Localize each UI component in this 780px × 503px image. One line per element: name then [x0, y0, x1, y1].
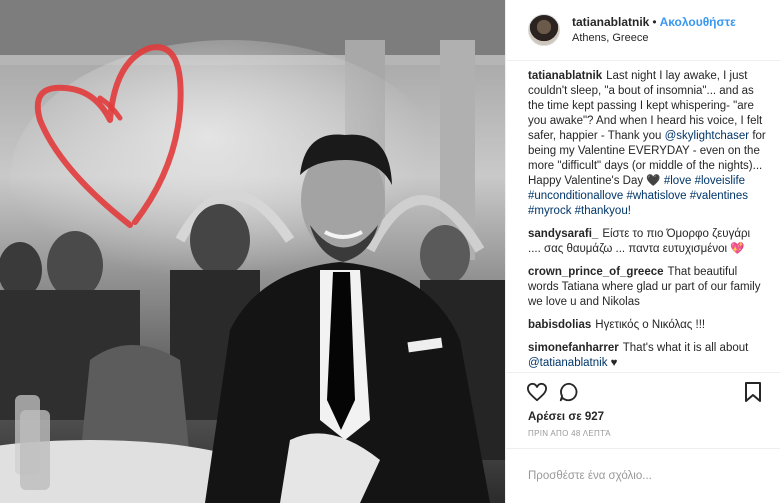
- likes-count[interactable]: Αρέσει σε 927: [506, 411, 780, 429]
- comment-icon[interactable]: [556, 379, 582, 405]
- header-separator: •: [652, 14, 657, 29]
- comment-input[interactable]: [528, 470, 758, 483]
- caption-mention[interactable]: @skylightchaser: [665, 130, 750, 142]
- hashtag-link[interactable]: #whatislove: [626, 190, 686, 202]
- location-link[interactable]: Athens, Greece: [572, 30, 736, 46]
- comment-item: simonefanharrer That's what it is all abo…: [528, 341, 766, 371]
- comment-item: crown_prince_of_greece That beautiful wor…: [528, 265, 766, 310]
- header-text: tatianablatnik • Ακολουθήστε Athens, Greec…: [572, 14, 736, 46]
- post-timestamp[interactable]: ΠΡΙΝ ΑΠΟ 48 ΛΕΠΤΆ: [506, 429, 780, 447]
- action-bar: [506, 371, 780, 411]
- follow-button[interactable]: Ακολουθήστε: [660, 15, 736, 29]
- caption-username[interactable]: tatianablatnik: [528, 70, 602, 82]
- comment-username[interactable]: sandysarafi_: [528, 228, 598, 240]
- comment-item: sandysarafi_ Είστε το πιο Όμορφο ζευγάρι …: [528, 227, 766, 257]
- hashtag-link[interactable]: #loveislife: [695, 175, 746, 187]
- hashtag-link[interactable]: #thankyou!: [575, 205, 631, 217]
- hashtag-link[interactable]: #myrock: [528, 205, 571, 217]
- comment-username[interactable]: crown_prince_of_greece: [528, 266, 664, 278]
- comment-text: Ηγετικός ο Νικόλας !!!: [595, 318, 706, 331]
- heart-icon[interactable]: [524, 379, 550, 405]
- comment-mention[interactable]: @tatianablatnik: [528, 357, 607, 369]
- caption: tatianablatnik Last night I lay awake, I …: [528, 69, 766, 219]
- avatar[interactable]: [528, 13, 560, 46]
- comment-item: babisdolias Ηγετικός ο Νικόλας !!!: [528, 318, 766, 333]
- hashtag-link[interactable]: #valentines: [690, 190, 748, 202]
- post-photo-image: [0, 0, 505, 503]
- post-side-panel: tatianablatnik • Ακολουθήστε Athens, Greec…: [505, 0, 780, 503]
- header-row: tatianablatnik • Ακολουθήστε: [572, 14, 736, 30]
- caption-heart-emoji: 🖤: [646, 174, 661, 187]
- comment-heart: ♥: [607, 356, 618, 369]
- comment-username[interactable]: babisdolias: [528, 319, 591, 331]
- bookmark-icon[interactable]: [740, 379, 766, 405]
- post-header: tatianablatnik • Ακολουθήστε Athens, Greec…: [506, 0, 780, 61]
- comment-username[interactable]: simonefanharrer: [528, 342, 619, 354]
- hashtag-link[interactable]: #unconditionallove: [528, 190, 623, 202]
- post-photo[interactable]: [0, 0, 505, 503]
- instagram-post: tatianablatnik • Ακολουθήστε Athens, Greec…: [0, 0, 780, 503]
- add-comment-bar: [506, 448, 780, 503]
- hashtag-link[interactable]: #love: [664, 175, 692, 187]
- header-username[interactable]: tatianablatnik: [572, 15, 649, 29]
- comments-list[interactable]: tatianablatnik Last night I lay awake, I …: [506, 61, 780, 372]
- comment-text: That's what it is all about: [622, 341, 749, 354]
